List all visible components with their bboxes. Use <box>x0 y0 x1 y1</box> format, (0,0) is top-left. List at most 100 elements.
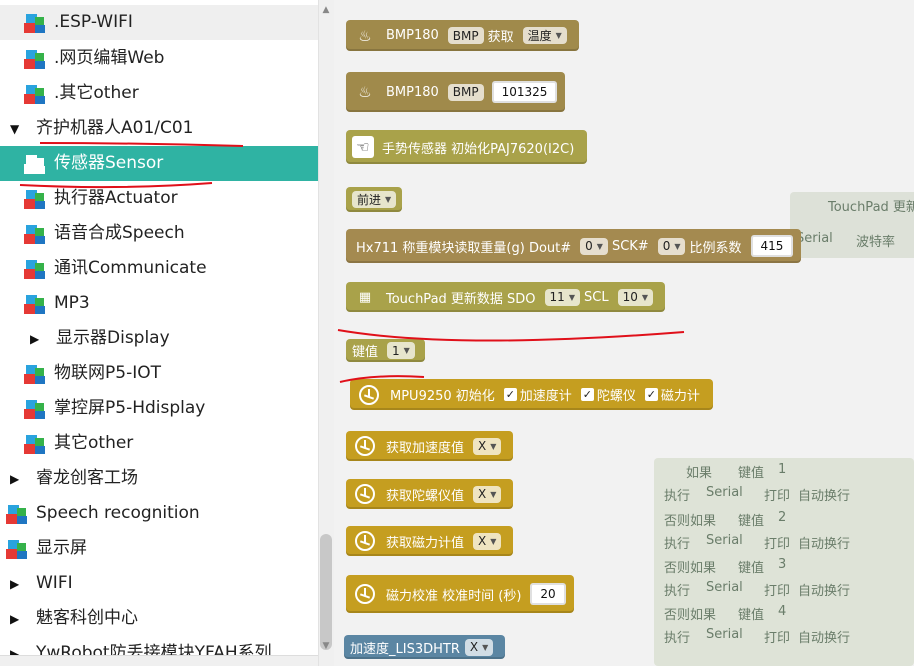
pressure-input[interactable]: 101325 <box>491 81 558 103</box>
ghost-elseif-label: 否则如果 <box>664 561 717 576</box>
collapsed-arrow-icon[interactable]: ▶ <box>30 332 46 346</box>
calibration-time-input[interactable]: 20 <box>530 583 566 605</box>
hx711-weight-block[interactable]: Hx711 称重模块读取重量(g) Dout# 0 ▼ SCK# 0 ▼ 比例系数 … <box>346 229 802 263</box>
dropdown-value: 11 <box>549 290 565 304</box>
tree-item-communicate[interactable]: 通讯Communicate <box>0 251 318 286</box>
block-text: 键值 <box>352 345 379 360</box>
axis-dropdown[interactable]: X ▼ <box>473 532 502 550</box>
tree-item-screen[interactable]: 显示屏 <box>0 531 318 566</box>
tree-item-label: 掌控屏P5-Hdisplay <box>54 398 206 418</box>
tree-item-other[interactable]: .其它other <box>0 76 318 111</box>
dropdown-caret-icon: ▼ <box>674 241 681 251</box>
tree-group-ruilong[interactable]: ▶ 睿龙创客工场 <box>0 461 318 496</box>
bmp-dropdown[interactable]: BMP <box>447 27 484 44</box>
mpu9250-init-block[interactable]: MPU9250 初始化 ✓ 加速度计 ✓ 陀螺仪 ✓ 磁力计 <box>350 379 713 410</box>
block-workspace[interactable]: TouchPad 更新 Serial 波特率 如果 键值 1 执行 Serial… <box>334 0 914 666</box>
get-magnetometer-block[interactable]: 获取磁力计值 X ▼ <box>346 526 514 556</box>
bmp180-sea-level-block[interactable]: ♨ BMP180 BMP 101325 <box>346 72 566 112</box>
block-text: TouchPad 更新数据 SDO <box>386 291 536 307</box>
tree-group-meike[interactable]: ▶ 魅客科创中心 <box>0 601 318 636</box>
tree-group-qihu-robot[interactable]: ▼ 齐护机器人A01/C01 <box>0 111 318 146</box>
scroll-down-icon[interactable]: ▼ <box>320 640 332 652</box>
tree-item-hdisplay[interactable]: 掌控屏P5-Hdisplay <box>0 391 318 426</box>
block-text: BMP180 <box>386 84 439 100</box>
tree-item-label: 传感器Sensor <box>54 153 164 173</box>
compass-icon <box>352 435 378 457</box>
tree-item-other-2[interactable]: 其它other <box>0 426 318 461</box>
blocks-icon <box>24 363 46 385</box>
dropdown-value: X <box>469 640 479 654</box>
barometer-icon: ♨ <box>358 83 372 101</box>
ghost-key-1: 1 <box>778 462 787 477</box>
tree-item-actuator[interactable]: 执行器Actuator <box>0 181 318 216</box>
tree-item-sensor[interactable]: 传感器Sensor <box>0 146 318 181</box>
touchpad-update-block[interactable]: ▦ TouchPad 更新数据 SDO 11 ▼ SCL 10 ▼ <box>346 282 665 312</box>
block-text: 获取磁力计值 <box>386 535 465 551</box>
tree-item-label: 显示屏 <box>36 538 87 558</box>
barometer-icon: ♨ <box>358 26 372 45</box>
hand-gesture-icon: ☜ <box>352 136 374 158</box>
key-dropdown[interactable]: 1 ▼ <box>387 342 415 359</box>
lis3dhtr-acceleration-block[interactable]: 加速度_LIS3DHTR X ▼ <box>344 635 506 659</box>
direction-dropdown[interactable]: 前进 ▼ <box>352 191 397 208</box>
sck-dropdown[interactable]: 0 ▼ <box>657 237 686 255</box>
tree-group-display[interactable]: ▶ 显示器Display <box>0 321 318 356</box>
tree-item-esp-wifi[interactable]: .ESP-WIFI <box>0 5 318 40</box>
key-value-block[interactable]: 键值 1 ▼ <box>346 339 425 362</box>
axis-dropdown[interactable]: X ▼ <box>473 485 502 503</box>
block-text: MPU9250 初始化 <box>390 389 495 404</box>
magnetometer-calibration-block[interactable]: 磁力校准 校准时间 (秒) 20 <box>346 575 574 613</box>
block-text: 加速度_LIS3DHTR <box>350 641 460 657</box>
ghost-print-label: 打印 <box>764 631 791 646</box>
collapsed-arrow-icon[interactable]: ▶ <box>10 612 26 626</box>
scl-dropdown[interactable]: 10 ▼ <box>617 288 653 306</box>
magnetometer-checkbox[interactable]: ✓ <box>644 388 658 401</box>
category-tree: .ESP-WIFI .网页编辑Web .其它other ▼ 齐护机器人A01/C… <box>0 0 318 666</box>
tree-item-speech-recognition[interactable]: Speech recognition <box>0 496 318 531</box>
dout-dropdown[interactable]: 0 ▼ <box>580 237 608 255</box>
ghost-serial-label: Serial <box>706 485 743 500</box>
compass-icon <box>352 530 378 552</box>
axis-dropdown[interactable]: X ▼ <box>464 638 494 656</box>
expanded-arrow-icon[interactable]: ▼ <box>10 122 26 136</box>
get-acceleration-block[interactable]: 获取加速度值 X ▼ <box>346 431 514 461</box>
dropdown-value: 10 <box>622 290 638 304</box>
dropdown-caret-icon: ▼ <box>490 489 497 499</box>
blocks-icon <box>24 433 46 455</box>
dropdown-caret-icon: ▼ <box>596 241 603 251</box>
get-gyroscope-block[interactable]: 获取陀螺仪值 X ▼ <box>346 479 514 509</box>
tree-item-mp3[interactable]: MP3 <box>0 286 318 321</box>
gyroscope-checkbox[interactable]: ✓ <box>580 388 594 401</box>
bmp180-get-block[interactable]: ♨ BMP180 BMP 获取 温度 ▼ <box>346 20 579 51</box>
tree-item-label: Speech recognition <box>36 503 200 523</box>
collapsed-arrow-icon[interactable]: ▶ <box>10 472 26 486</box>
ghost-elseif-label: 否则如果 <box>664 608 717 623</box>
collapsed-arrow-icon[interactable]: ▶ <box>10 577 26 591</box>
accelerometer-checkbox[interactable]: ✓ <box>503 388 517 401</box>
tree-item-iot[interactable]: 物联网P5-IOT <box>0 356 318 391</box>
scrollbar-thumb[interactable] <box>320 534 332 650</box>
tree-item-label: 通讯Communicate <box>54 258 207 278</box>
tree-item-label: 物联网P5-IOT <box>54 363 161 383</box>
scale-input[interactable]: 415 <box>750 235 794 257</box>
ghost-serial-label: Serial <box>796 231 833 246</box>
ghost-key-label: 键值 <box>738 561 765 576</box>
tree-item-speech[interactable]: 语音合成Speech <box>0 216 318 251</box>
dropdown-value: BMP <box>452 28 479 43</box>
compass-icon <box>352 483 378 505</box>
direction-block[interactable]: 前进 ▼ <box>346 187 403 212</box>
tree-group-wifi[interactable]: ▶ WIFI <box>0 566 318 601</box>
measure-dropdown[interactable]: 温度 ▼ <box>522 27 567 44</box>
ghost-do-label: 执行 <box>664 584 691 599</box>
sdo-dropdown[interactable]: 11 ▼ <box>544 288 580 306</box>
scroll-up-icon[interactable]: ▲ <box>320 4 332 16</box>
axis-dropdown[interactable]: X ▼ <box>473 437 502 455</box>
dropdown-value: X <box>478 534 487 548</box>
dropdown-value: 温度 <box>527 29 552 43</box>
blocks-icon <box>24 153 46 175</box>
ghost-print-label: 打印 <box>764 537 791 552</box>
bmp-dropdown[interactable]: BMP <box>447 83 484 101</box>
horizontal-scrollbar[interactable] <box>0 655 318 666</box>
gesture-init-block[interactable]: ☜ 手势传感器 初始化PAJ7620(I2C) <box>346 130 588 164</box>
tree-item-web[interactable]: .网页编辑Web <box>0 41 318 76</box>
